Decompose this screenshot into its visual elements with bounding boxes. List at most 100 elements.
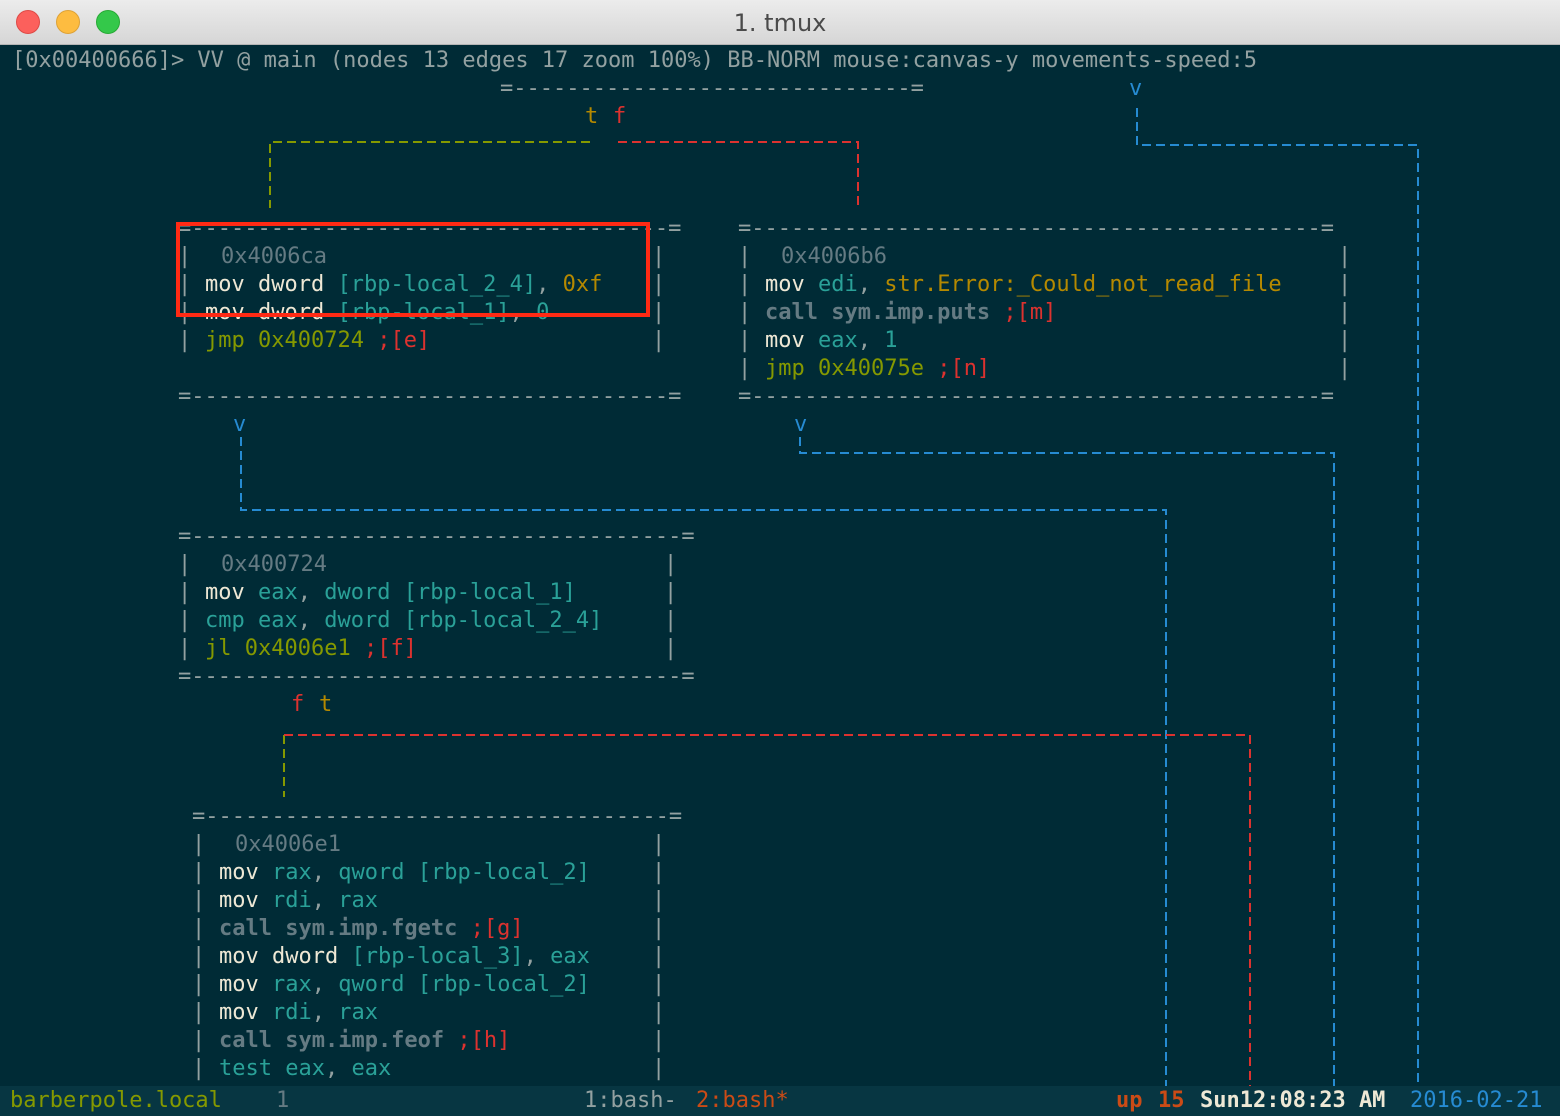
node-address: 0x4006b6	[781, 244, 887, 269]
asm-token: edi	[817, 272, 858, 297]
asm-token: ;[g]	[457, 916, 524, 941]
asm-token: rax	[338, 1000, 378, 1025]
status-window-1[interactable]: 1:bash-	[584, 1087, 677, 1115]
asm-instruction: mov rax, qword [rbp-local_2]	[219, 971, 590, 999]
node-border: |	[652, 300, 666, 325]
tmux-status-bar: barberpole.local 1 1:bash- 2:bash* up 15…	[0, 1086, 1560, 1116]
asm-token: ,	[857, 272, 885, 297]
edge-true-main-to-0x4006ca	[269, 141, 590, 208]
edge-arrow-down: v	[794, 412, 808, 437]
highlight-annotation-box	[176, 222, 650, 317]
asm-token: eax	[351, 1056, 392, 1081]
node-border: |	[664, 552, 678, 577]
node-border: |	[192, 1028, 206, 1053]
edge-label-false: f	[613, 104, 627, 129]
asm-token: mov dword	[219, 944, 352, 969]
edge-label-true: t	[585, 104, 599, 129]
asm-instruction: mov rdi, rax	[219, 999, 378, 1027]
node-border: |	[738, 300, 752, 325]
edge-arrow-down: v	[1129, 76, 1143, 101]
edge-label-true: t	[319, 692, 333, 717]
asm-instruction: mov dword [rbp-local_3], eax	[219, 943, 590, 971]
node-border: |	[192, 832, 206, 857]
status-clock: Sun12:08:23 AM	[1200, 1088, 1386, 1113]
asm-instruction: jl 0x4006e1 ;[f]	[205, 635, 417, 663]
asm-instruction: mov edi, str.Error:_Could_not_read_file	[765, 271, 1282, 299]
node-border: |	[738, 328, 752, 353]
asm-token: eax	[550, 944, 590, 969]
status-window-2-active[interactable]: 2:bash*	[696, 1087, 789, 1115]
asm-token: ,	[311, 860, 339, 885]
asm-token: jl 0x4006e1	[205, 636, 351, 661]
node-border: |	[652, 916, 666, 941]
asm-token: qword	[338, 972, 418, 997]
node-address: 0x400724	[221, 552, 327, 577]
edge-0x4006b6-to-exit	[799, 437, 1335, 1116]
asm-token: jmp 0x400724	[205, 328, 364, 353]
status-session-index: 1	[276, 1088, 290, 1113]
node-border: |	[1338, 300, 1352, 325]
asm-token: [rbp-local_2]	[417, 860, 590, 885]
asm-instruction: test eax, eax	[219, 1055, 391, 1083]
node-border: |	[1338, 356, 1352, 381]
asm-token: rax	[338, 888, 378, 913]
node-border: |	[178, 608, 192, 633]
asm-token: mov	[765, 272, 818, 297]
status-hostname: barberpole.local	[10, 1088, 222, 1113]
node-border: |	[664, 608, 678, 633]
asm-token: [rbp-local_2]	[417, 972, 590, 997]
window-titlebar: 1. tmux	[0, 0, 1560, 45]
asm-token: [rbp-local_3]	[351, 944, 524, 969]
asm-token: rdi	[271, 888, 312, 913]
asm-token: [rbp-local_2_4]	[403, 608, 603, 633]
asm-token: mov	[205, 580, 258, 605]
asm-token: mov	[219, 1000, 272, 1025]
node-border: |	[738, 356, 752, 381]
asm-instruction: jmp 0x400724 ;[e]	[205, 327, 430, 355]
node-border: |	[652, 972, 666, 997]
asm-token: call sym.imp.feof	[219, 1028, 445, 1053]
asm-token: [rbp-local_1]	[403, 580, 576, 605]
node-border: |	[738, 244, 752, 269]
asm-token: dword	[324, 608, 404, 633]
asm-token: ;[e]	[363, 328, 431, 353]
node-border: |	[192, 972, 206, 997]
node-0x4006b6-bottom-border: =---------------------------------------…	[738, 384, 1335, 409]
terminal-pane[interactable]: [0x00400666]> VV @ main (nodes 13 edges …	[0, 45, 1560, 1116]
asm-instruction: call sym.imp.feof ;[h]	[219, 1027, 510, 1055]
edge-false-main-to-0x4006b6	[618, 141, 859, 208]
node-border: |	[652, 1000, 666, 1025]
asm-token: cmp eax	[205, 608, 298, 633]
asm-token: eax	[817, 328, 858, 353]
status-uptime-value: 15	[1158, 1088, 1185, 1113]
node-border: |	[178, 636, 192, 661]
asm-token: rax	[271, 972, 312, 997]
node-0x4006e1-top-border: =-----------------------------------=	[192, 804, 683, 829]
asm-token: ;[f]	[350, 636, 417, 661]
asm-token: ,	[523, 944, 551, 969]
node-border: |	[1338, 244, 1352, 269]
asm-instruction: mov eax, dword [rbp-local_1]	[205, 579, 576, 607]
node-border: |	[652, 888, 666, 913]
edge-incoming-right	[1136, 108, 1419, 1116]
asm-token: ,	[311, 888, 339, 913]
node-border: |	[664, 580, 678, 605]
node-border: |	[192, 860, 206, 885]
node-border: |	[178, 552, 192, 577]
edge-label-false: f	[291, 692, 305, 717]
node-border: |	[652, 832, 666, 857]
asm-token: str.Error:_Could_not_read_file	[884, 272, 1282, 297]
status-uptime-label: up	[1116, 1088, 1143, 1113]
asm-token: mov	[219, 972, 272, 997]
node-border: |	[738, 272, 752, 297]
node-border: |	[652, 244, 666, 269]
window-title: 1. tmux	[733, 9, 827, 37]
asm-token: test eax	[219, 1056, 325, 1081]
main-node-bottom-border: =------------------------------=	[500, 76, 924, 101]
asm-token: ,	[324, 1056, 352, 1081]
asm-instruction: mov rdi, rax	[219, 887, 378, 915]
asm-token: rax	[271, 860, 312, 885]
node-border: |	[192, 1056, 206, 1081]
node-0x400724-top-border: =-------------------------------------=	[178, 524, 695, 549]
asm-token: call sym.imp.fgetc	[219, 916, 458, 941]
